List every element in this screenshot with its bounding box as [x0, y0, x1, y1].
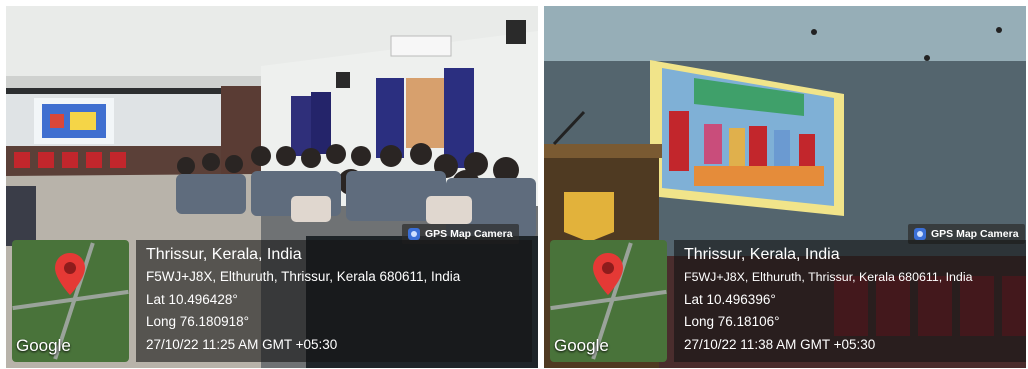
location-info-overlay: Thrissur, Kerala, India F5WJ+J8X, Elthur…	[136, 240, 532, 362]
badge-label: GPS Map Camera	[931, 228, 1019, 240]
place-name: Thrissur, Kerala, India	[684, 246, 840, 263]
camera-icon	[914, 228, 926, 240]
location-info-overlay: Thrissur, Kerala, India F5WJ+J8X, Elthur…	[674, 240, 1026, 362]
latitude: Lat 10.496396°	[684, 291, 776, 307]
google-watermark: Google	[554, 336, 609, 355]
latitude: Lat 10.496428°	[146, 291, 238, 307]
location-map-thumbnail: Google	[550, 240, 667, 362]
camera-icon	[408, 228, 420, 240]
address: F5WJ+J8X, Elthuruth, Thrissur, Kerala 68…	[684, 270, 973, 284]
photo-projection-screen: GPS Map Camera Google Thrissur, Kerala, …	[544, 6, 1026, 368]
location-map-thumbnail: Google	[12, 240, 129, 362]
longitude: Long 76.18106°	[684, 314, 780, 329]
longitude: Long 76.180918°	[146, 314, 249, 329]
datetime: 27/10/22 11:38 AM GMT +05:30	[684, 336, 876, 352]
badge-label: GPS Map Camera	[425, 228, 513, 240]
address: F5WJ+J8X, Elthuruth, Thrissur, Kerala 68…	[146, 269, 461, 284]
datetime: 27/10/22 11:25 AM GMT +05:30	[146, 336, 338, 352]
google-watermark: Google	[16, 336, 71, 355]
location-pin-icon	[593, 253, 623, 295]
photo-auditorium-audience: GPS Map Camera Google Thrissur, Kerala, …	[6, 6, 538, 368]
location-pin-icon	[55, 253, 85, 295]
place-name: Thrissur, Kerala, India	[146, 246, 302, 263]
